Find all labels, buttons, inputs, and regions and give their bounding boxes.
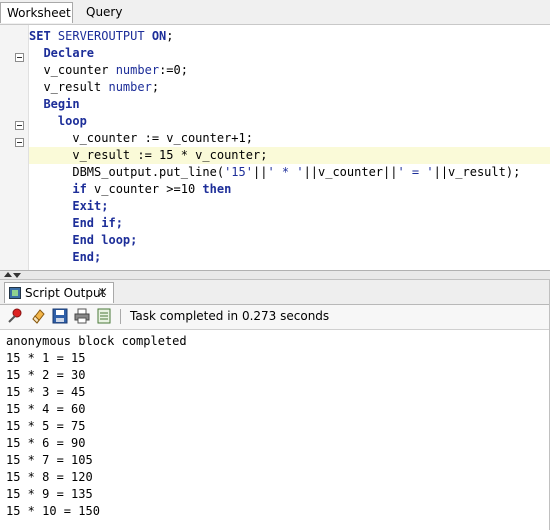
code-token: || xyxy=(252,165,268,179)
code-line[interactable]: End; xyxy=(29,249,550,266)
tab-worksheet[interactable]: Worksheet xyxy=(0,2,73,23)
code-token: SERVEROUTPUT xyxy=(57,29,152,43)
output-tabbar: Script Output × xyxy=(0,280,550,305)
code-token: number xyxy=(115,63,160,77)
code-token: End loop; xyxy=(72,233,138,247)
task-status: Task completed in 0.273 seconds xyxy=(130,309,330,323)
code-token: ||v_result); xyxy=(433,165,521,179)
code-line[interactable]: End if; xyxy=(29,215,550,232)
code-token: loop xyxy=(29,114,87,128)
code-token: v_result xyxy=(29,80,109,94)
output-line: 15 * 7 = 105 xyxy=(6,453,93,467)
code-token: DBMS_output.put_line( xyxy=(29,165,225,179)
split-up-arrow-icon[interactable] xyxy=(4,272,12,277)
code-token: ON xyxy=(151,29,167,43)
output-toolbar: Task completed in 0.273 seconds xyxy=(0,305,550,330)
output-line: anonymous block completed xyxy=(6,334,187,348)
code-line[interactable]: End loop; xyxy=(29,232,550,249)
script-output-area[interactable]: anonymous block completed 15 * 1 = 15 15 *… xyxy=(0,330,550,530)
code-token: v_counter := v_counter+1; xyxy=(29,131,253,145)
script-output-label: Script Output xyxy=(25,286,106,300)
output-line: 15 * 9 = 135 xyxy=(6,487,93,501)
tab-script-output[interactable]: Script Output × xyxy=(4,282,114,303)
toolbar-separator xyxy=(120,309,121,324)
code-token: ; xyxy=(166,29,174,43)
output-line: 15 * 3 = 45 xyxy=(6,385,86,399)
save-icon[interactable] xyxy=(52,308,68,324)
code-line[interactable]: if v_counter >=10 then xyxy=(29,181,550,198)
editor-gutter xyxy=(0,25,29,270)
pin-icon[interactable] xyxy=(7,308,23,324)
code-token: Exit; xyxy=(72,199,109,213)
print-icon[interactable] xyxy=(74,308,90,324)
panel-splitter[interactable] xyxy=(0,271,550,280)
code-token: number xyxy=(108,80,152,94)
script-output-icon xyxy=(9,287,21,299)
code-token: ; xyxy=(151,80,160,94)
code-token: then xyxy=(202,182,232,196)
output-line: 15 * 4 = 60 xyxy=(6,402,86,416)
output-line: 15 * 1 = 15 xyxy=(6,351,86,365)
code-line[interactable]: v_result := 15 * v_counter; xyxy=(29,147,550,164)
code-line[interactable]: v_counter number:=0; xyxy=(29,62,550,79)
output-line: 15 * 5 = 75 xyxy=(6,419,86,433)
fold-toggle-declare-icon[interactable] xyxy=(15,53,24,62)
output-line: 15 * 8 = 120 xyxy=(6,470,93,484)
fold-toggle-loop-icon[interactable] xyxy=(15,138,24,147)
code-token: ' = ' xyxy=(397,165,434,179)
code-token: Declare xyxy=(29,46,95,60)
export-icon[interactable] xyxy=(96,308,112,324)
code-line[interactable]: v_result number; xyxy=(29,79,550,96)
worksheet-tabbar: Worksheet Query Builder xyxy=(0,0,550,40)
code-token: End if; xyxy=(72,216,123,230)
split-down-arrow-icon[interactable] xyxy=(13,273,21,278)
sql-editor[interactable]: SET SERVEROUTPUT ON; Declare v_counter n… xyxy=(0,25,550,271)
code-token: End; xyxy=(72,250,102,264)
code-token: ' * ' xyxy=(267,165,304,179)
code-line[interactable]: Declare xyxy=(29,45,550,62)
code-token: ||v_counter|| xyxy=(303,165,398,179)
code-line[interactable]: Exit; xyxy=(29,198,550,215)
code-token: '15' xyxy=(224,165,253,179)
output-line: 15 * 6 = 90 xyxy=(6,436,86,450)
code-token: :=0; xyxy=(159,63,188,77)
code-line[interactable]: loop xyxy=(29,113,550,130)
code-token: SET xyxy=(29,29,58,43)
code-token: Begin xyxy=(29,97,80,111)
code-token: v_counter >=10 xyxy=(86,182,203,196)
code-line[interactable]: v_counter := v_counter+1; xyxy=(29,130,550,147)
code-line[interactable]: DBMS_output.put_line('15'||' * '||v_coun… xyxy=(29,164,550,181)
code-token: v_counter xyxy=(29,63,116,77)
output-line: 15 * 2 = 30 xyxy=(6,368,86,382)
tab-query-builder[interactable]: Query Builder xyxy=(80,2,160,40)
output-line: 15 * 10 = 150 xyxy=(6,504,100,518)
code-line[interactable]: Begin xyxy=(29,96,550,113)
close-icon[interactable]: × xyxy=(97,283,108,303)
eraser-icon[interactable] xyxy=(30,308,46,324)
code-token: if xyxy=(72,182,87,196)
code-line[interactable]: SET SERVEROUTPUT ON; xyxy=(29,28,550,45)
code-token: v_result := 15 * v_counter; xyxy=(29,148,268,162)
fold-toggle-begin-icon[interactable] xyxy=(15,121,24,130)
